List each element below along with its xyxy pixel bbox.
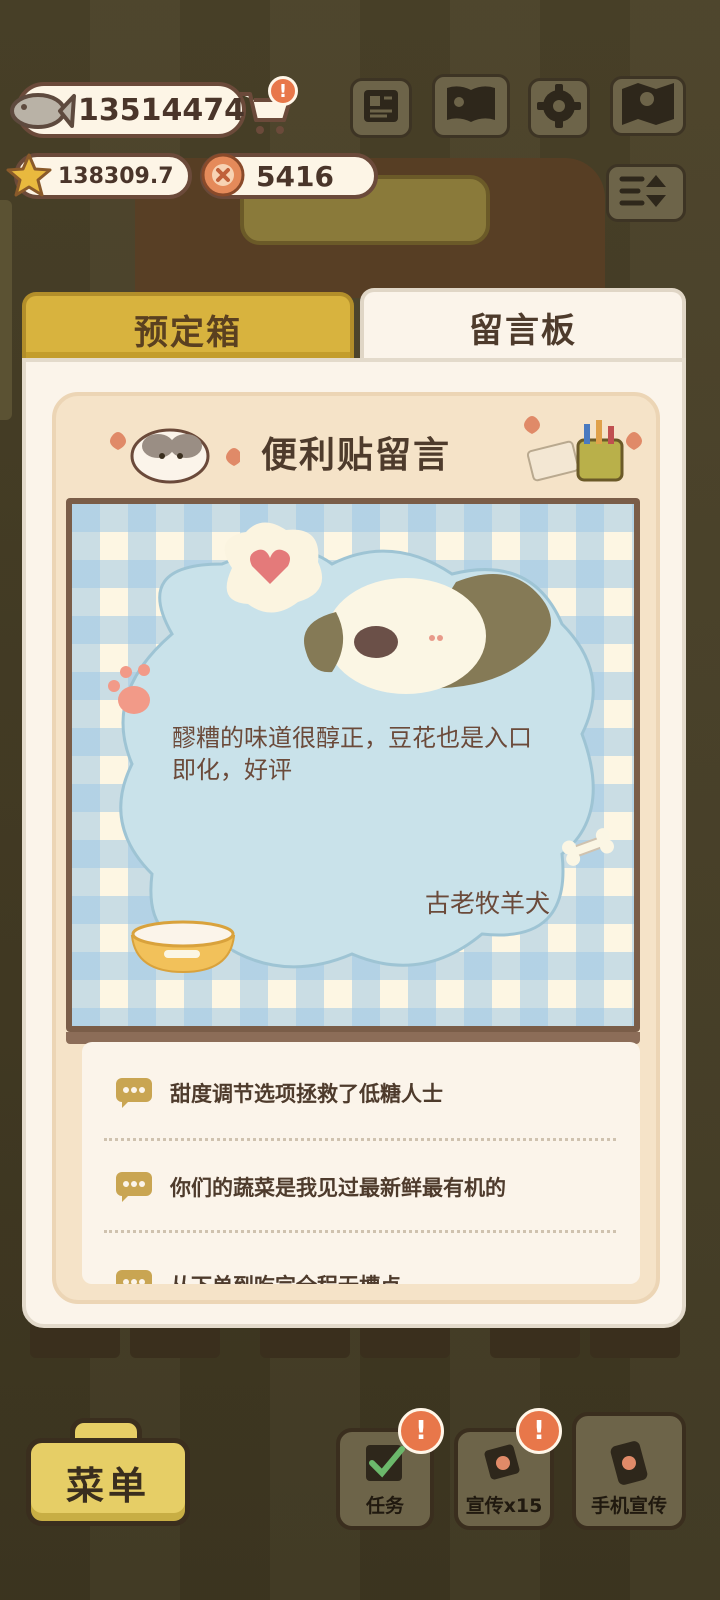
newspaper-icon: [361, 87, 401, 129]
sort-icon: [618, 171, 674, 215]
stationery-icon: [516, 410, 646, 488]
settings-button[interactable]: [528, 78, 590, 138]
chat-bubble-icon: [116, 1172, 152, 1202]
phone-promote-button[interactable]: 手机宣传: [572, 1412, 686, 1530]
phone-promote-label: 手机宣传: [590, 1495, 667, 1517]
comment-text: 甜度调节选项拯救了低糖人士: [170, 1082, 443, 1106]
flyer-icon: [484, 1444, 520, 1480]
comment-text: 你们的蔬菜是我见过最新鲜最有机的: [170, 1176, 506, 1200]
bone-icon: [562, 828, 614, 866]
menu-button[interactable]: 菜单: [26, 1438, 190, 1526]
tab-reserve-box[interactable]: 预定箱: [22, 292, 354, 362]
tasks-label: 任务: [365, 1495, 404, 1517]
sticky-note[interactable]: 醪糟的味道很醇正，豆花也是入口即化，好评 古老牧羊犬: [72, 504, 634, 1026]
chat-bubble-icon: [116, 1078, 152, 1108]
panel-body: 便利贴留言 醪糟的味道很醇正，豆花也是入口即化，好评 古老牧羊犬 甜度调节选项拯…: [22, 358, 686, 1328]
list-item[interactable]: 甜度调节选项拯救了低糖人士: [82, 1046, 640, 1140]
star-amount: 138309.7: [58, 163, 174, 189]
book-icon: [443, 82, 499, 130]
message-dialog: 预定箱 留言板 便利贴留言 醪糟的味道很醇正，豆花也是入口即化，好评 古老牧羊犬…: [22, 288, 686, 1328]
sleeping-dog-icon: [304, 574, 551, 694]
chat-bubble-icon: [116, 1270, 152, 1284]
promote-alert-badge: !: [516, 1408, 562, 1454]
newspaper-button[interactable]: [350, 78, 412, 138]
side-drawer-handle[interactable]: [0, 200, 12, 420]
coin-amount: 5416: [256, 159, 334, 193]
comment-text: 从下单到吃完全程无槽点: [170, 1270, 401, 1284]
map-icon: [620, 81, 676, 131]
cart-alert-badge: !: [268, 76, 298, 106]
divider: [104, 1230, 616, 1233]
phone-icon: [610, 1441, 648, 1485]
tab-message-board[interactable]: 留言板: [360, 288, 686, 362]
paw-print-icon: [108, 664, 150, 714]
gear-icon: [537, 84, 581, 132]
comment-list[interactable]: 甜度调节选项拯救了低糖人士 你们的蔬菜是我见过最新鲜最有机的 从下单到吃完全程无…: [82, 1042, 640, 1284]
sticky-note-frame: 醪糟的味道很醇正，豆花也是入口即化，好评 古老牧羊犬: [66, 498, 640, 1032]
sort-button[interactable]: [606, 164, 686, 222]
fish-amount: 13514474: [78, 92, 245, 128]
fish-icon: [6, 84, 76, 138]
message-board: 便利贴留言 醪糟的味道很醇正，豆花也是入口即化，好评 古老牧羊犬 甜度调节选项拯…: [52, 392, 660, 1304]
checklist-icon: [366, 1445, 405, 1481]
star-icon: [6, 152, 52, 198]
map-button[interactable]: [610, 76, 686, 136]
note-author: 古老牧羊犬: [424, 889, 550, 918]
recipe-book-button[interactable]: [432, 74, 510, 138]
promote-label: 宣传x15: [465, 1495, 543, 1517]
dog-bowl-icon: [130, 920, 236, 974]
list-item[interactable]: 从下单到吃完全程无槽点: [82, 1238, 640, 1284]
coin-icon: [198, 150, 248, 200]
note-message: 醪糟的味道很醇正，豆花也是入口即化，好评: [172, 724, 532, 784]
list-item[interactable]: 你们的蔬菜是我见过最新鲜最有机的: [82, 1140, 640, 1234]
tasks-alert-badge: !: [398, 1408, 444, 1454]
